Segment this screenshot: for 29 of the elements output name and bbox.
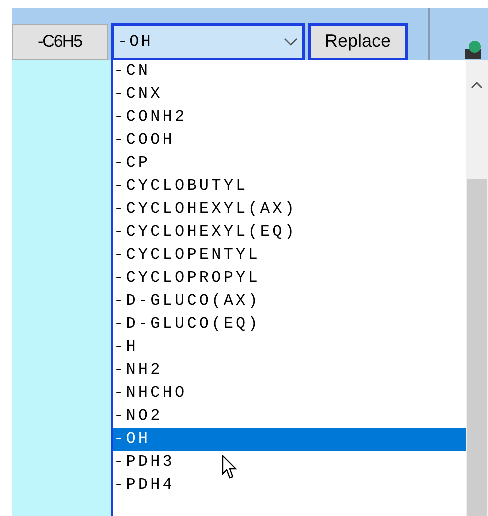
group-button[interactable]: -C6H5 <box>12 24 108 60</box>
list-item[interactable]: -CYCLOPROPYL <box>113 267 466 290</box>
list-item[interactable]: -CYCLOHEXYL(AX) <box>113 198 466 221</box>
node-icon[interactable] <box>465 39 481 59</box>
list-item[interactable]: -CP <box>113 152 466 175</box>
list-item[interactable]: -CYCLOHEXYL(EQ) <box>113 221 466 244</box>
list-item[interactable]: -NO2 <box>113 405 466 428</box>
scrollbar[interactable] <box>466 60 488 516</box>
list-item[interactable]: -OH <box>113 428 466 451</box>
list-item[interactable]: -NH2 <box>113 359 466 382</box>
list-item[interactable]: -D-GLUCO(EQ) <box>113 313 466 336</box>
list-item[interactable]: -COOH <box>113 129 466 152</box>
scrollbar-thumb[interactable] <box>467 179 488 516</box>
list-item[interactable]: -NHCHO <box>113 382 466 405</box>
list-item[interactable]: -PDH4 <box>113 474 466 497</box>
list-item[interactable]: -D-GLUCO(AX) <box>113 290 466 313</box>
list-item[interactable]: -CYCLOPENTYL <box>113 244 466 267</box>
chevron-down-icon <box>284 38 298 46</box>
substituent-combo[interactable]: -OH <box>111 22 305 60</box>
list-item[interactable]: -H <box>113 336 466 359</box>
replace-button[interactable]: Replace <box>308 22 408 60</box>
list-item[interactable]: -CNX <box>113 83 466 106</box>
list-item[interactable]: -CYCLOBUTYL <box>113 175 466 198</box>
mouse-pointer-icon <box>222 455 238 481</box>
list-item[interactable]: -PDH3 <box>113 451 466 474</box>
list-item[interactable]: -CONH2 <box>113 106 466 129</box>
list-item[interactable]: -CN <box>113 60 466 83</box>
scroll-up-icon[interactable] <box>471 82 484 89</box>
combo-value: -OH <box>118 32 153 52</box>
